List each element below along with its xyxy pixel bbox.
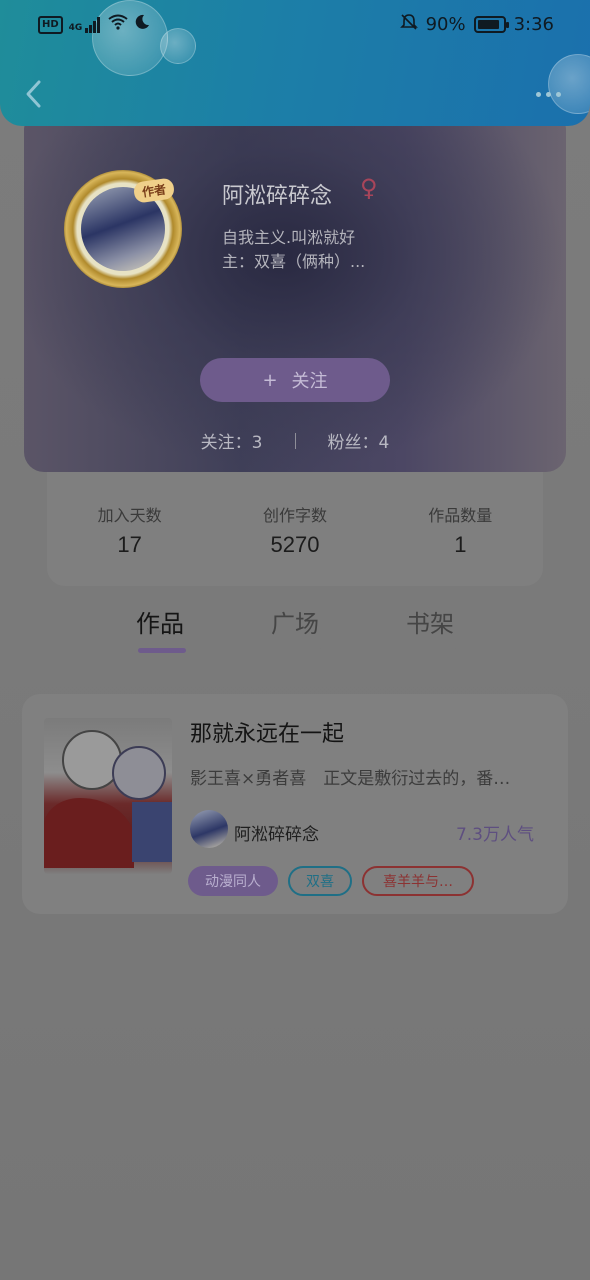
work-tag[interactable]: 双喜 (288, 866, 352, 896)
battery-percent: 90% (425, 14, 466, 35)
tab-label: 广场 (271, 610, 319, 638)
more-button[interactable] (528, 80, 568, 108)
content-tabs: 作品 广场 书架 (100, 604, 490, 660)
more-dot (555, 91, 561, 97)
network-type: 4G (68, 22, 83, 33)
stat-join-days: 加入天数 17 (60, 502, 200, 586)
profile-bio-line-2[interactable]: 主：双喜（俩种）... (222, 248, 365, 272)
profile-bio-line-1: 自我主义.叫淞就好 (222, 228, 356, 247)
profile-username: 阿淞碎碎念 (222, 184, 333, 209)
work-card[interactable]: 那就永远在一起 影王喜×勇者喜 正文是敷衍过去的，番… 阿淞碎碎念 7.3万人气… (22, 694, 568, 914)
signal-icon: 4G (68, 16, 103, 33)
battery-icon (473, 16, 509, 33)
plus-icon: + (262, 369, 278, 391)
header-bar: HD 4G 90% 3:36 (0, 0, 590, 126)
stat-label: 创作字数 (262, 506, 327, 525)
cover-figure (112, 746, 166, 800)
work-tag[interactable]: 动漫同人 (188, 866, 278, 896)
stat-word-count: 创作字数 5270 (225, 502, 365, 586)
follow-stats: 关注：3 粉丝：4 (24, 428, 566, 453)
moon-icon (134, 14, 150, 35)
work-description: 影王喜×勇者喜 正文是敷衍过去的，番… (190, 769, 511, 789)
tab-indicator (408, 648, 456, 653)
stat-value: 1 (454, 532, 467, 557)
author-avatar[interactable] (190, 810, 228, 848)
bell-muted-icon (399, 13, 418, 36)
author-badge: 作者 (132, 177, 176, 204)
back-button[interactable] (18, 74, 48, 114)
tab-indicator (273, 648, 321, 653)
stat-value: 17 (117, 532, 142, 557)
work-cover-image[interactable] (44, 718, 172, 874)
avatar[interactable]: 作者 (64, 170, 182, 288)
stat-value: 5270 (270, 532, 320, 557)
wifi-icon (108, 14, 128, 35)
tab-bookshelf[interactable]: 书架 (370, 604, 490, 660)
cover-detail (132, 802, 172, 862)
stat-label: 作品数量 (428, 506, 493, 525)
stats-divider (294, 432, 296, 449)
tab-label: 书架 (406, 610, 454, 638)
clock: 3:36 (513, 14, 554, 35)
female-gender-icon: ♀ (360, 174, 378, 202)
status-bar: HD 4G 90% 3:36 (0, 0, 590, 50)
more-dot (545, 91, 551, 97)
follow-button[interactable]: + 关注 (200, 358, 390, 402)
stat-work-count: 作品数量 1 (390, 502, 530, 586)
more-horizontal-icon (535, 91, 541, 97)
hd-badge: HD (38, 15, 63, 34)
work-title[interactable]: 那就永远在一起 (190, 716, 344, 748)
tab-works[interactable]: 作品 (100, 604, 220, 660)
work-tag[interactable]: 喜羊羊与… (362, 866, 474, 896)
work-popularity: 7.3万人气 (455, 825, 534, 845)
stat-label: 加入天数 (97, 506, 162, 525)
profile-card: 作者 阿淞碎碎念 ♀ 自我主义.叫淞就好 主：双喜（俩种）... + 关注 关注… (24, 110, 566, 472)
tab-active-indicator (138, 648, 186, 653)
following-count[interactable]: 关注：3 (201, 428, 263, 453)
cover-cloak (44, 798, 134, 868)
follow-button-label: 关注 (291, 371, 328, 392)
tab-plaza[interactable]: 广场 (235, 604, 355, 660)
tab-label: 作品 (136, 610, 184, 638)
chevron-left-icon (26, 80, 41, 108)
work-author-name[interactable]: 阿淞碎碎念 (234, 820, 319, 845)
author-stats-card: 加入天数 17 创作字数 5270 作品数量 1 (47, 470, 543, 586)
followers-count[interactable]: 粉丝：4 (328, 428, 390, 453)
